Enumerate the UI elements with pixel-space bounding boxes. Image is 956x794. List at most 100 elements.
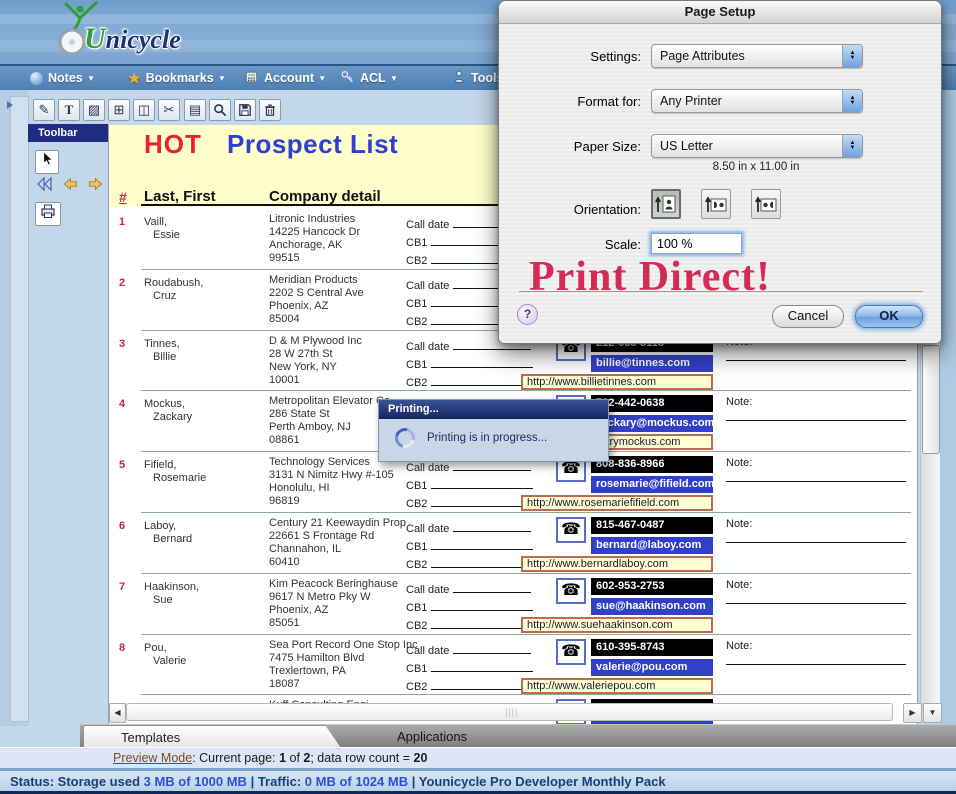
status-prefix: Status: Storage used [10,774,144,789]
preview-mode-link[interactable]: Preview Mode [113,751,192,765]
storage-usage: 3 MB of 1000 MB [144,774,247,789]
print-direct-watermark: Print Direct! [529,253,771,301]
table-row: 8 Pou, Valerie Sea Port Record One Stop … [109,634,918,695]
settings-dropdown[interactable]: Page Attributes ▲▼ [651,44,863,68]
cut-button[interactable]: ✂ [158,99,180,121]
search-button[interactable] [209,99,231,121]
contact-first-name: Sue [153,594,173,606]
orientation-portrait-button[interactable] [651,189,681,219]
stepper-icon: ▲▼ [842,45,862,67]
company-address: Technology Services3131 N Nimitz Hwy #-1… [269,456,394,508]
website-link[interactable]: http://www.suehaakinson.com [521,617,713,633]
editor-toolbar: ✎T▨⊞◫✂▤ [28,95,498,125]
phone-number: 808-836-8966 [591,456,713,473]
table-button[interactable]: ⊞ [108,99,130,121]
format-for-dropdown[interactable]: Any Printer ▲▼ [651,89,863,113]
image-button[interactable]: ▨ [83,99,105,121]
calculator-icon [244,70,259,87]
contact-last-name: Tinnes, [144,338,180,350]
company-address: D & M Plywood Inc28 W 27th StNew York, N… [269,335,362,387]
note-label: Note: [726,396,752,408]
phone-number: 602-953-2753 [591,578,713,595]
phone-number: 732-442-0638 [591,395,713,412]
paper-size-dropdown[interactable]: US Letter ▲▼ [651,134,863,158]
delete-button[interactable] [259,99,281,121]
printing-dialog-titlebar: Printing... [379,400,608,419]
note-line [726,360,906,361]
printing-progress-dialog: Printing... Printing is in progress... [378,399,609,462]
email-link[interactable]: rosemarie@fifield.com [591,476,713,493]
email-link[interactable]: sue@haakinson.com [591,598,713,615]
cb2-line [431,495,533,507]
note-line [726,603,906,604]
note-label: Note: [726,579,752,591]
save-button[interactable] [234,99,256,121]
menu-item-account[interactable]: Account▾ [244,66,325,90]
row-number: 7 [119,581,125,593]
call-log-fields: Call date CB1 CB2 [406,459,533,513]
previous-page-button[interactable] [60,177,80,197]
website-link[interactable]: http://www.rosemariefifield.com [521,495,713,511]
note-label: Note: [726,518,752,530]
scale-label: Scale: [499,237,641,252]
edit-button[interactable]: ✎ [33,99,55,121]
star-icon: ★ [128,70,141,87]
menu-item-bookmarks[interactable]: ★Bookmarks▾ [128,66,224,90]
printer-icon [40,203,56,219]
printing-progress-message: Printing is in progress... [427,432,547,444]
email-link[interactable]: valerie@pou.com [591,659,713,676]
contact-last-name: Haakinson, [144,581,199,593]
save-icon [238,105,252,120]
first-page-button[interactable] [34,176,54,196]
tab-templates[interactable]: Templates [83,725,341,748]
tab-applications[interactable]: Applications [397,729,467,744]
table-row: 7 Haakinson, Sue Kim Peacock Beringhause… [109,573,918,634]
website-link[interactable]: http://www.valeriepou.com [521,678,713,694]
document-button[interactable]: ▤ [184,99,206,121]
menu-item-notes[interactable]: Notes▾ [30,66,93,90]
company-address: Kim Peacock Beringhause9617 N Metro Pky … [269,578,398,630]
phone-icon: ☎ [556,639,586,665]
vertical-scrollbar-thumb[interactable] [922,345,940,454]
website-link[interactable]: http://www.bernardlaboy.com [521,556,713,572]
expand-panel-arrow-icon[interactable] [5,97,15,115]
cb1-line [431,356,533,368]
phone-number: 610-395-8743 [591,639,713,656]
ok-button[interactable]: OK [855,305,923,328]
phone-icon: ☎ [556,578,586,604]
columns-button[interactable]: ◫ [133,99,155,121]
orientation-landscape-left-button[interactable] [701,189,731,219]
scroll-left-button[interactable]: ◀ [109,703,126,723]
stepper-icon: ▲▼ [842,90,862,112]
scroll-right-button[interactable]: ▶ [903,703,922,723]
settings-value: Page Attributes [652,49,842,63]
row-number: 4 [119,398,125,410]
contact-first-name: Zackary [153,411,192,423]
help-button[interactable]: ? [517,304,538,325]
landscape-left-orientation-icon [704,192,728,216]
orientation-landscape-right-button[interactable] [751,189,781,219]
current-page-number: 1 [279,751,286,765]
email-link[interactable]: zackary@mockus.com [591,415,713,432]
website-link[interactable]: http://www.billietinnes.com [521,374,713,390]
cb2-line [431,374,533,386]
menu-item-acl[interactable]: ACL▾ [340,66,396,90]
row-number: 8 [119,642,125,654]
next-page-button[interactable] [85,177,105,197]
cb1-line [431,477,533,489]
text-button[interactable]: T [58,99,80,121]
scroll-menu-button[interactable]: ▼ [923,703,942,723]
chevron-down-icon: ▾ [392,73,397,84]
scale-input[interactable] [651,233,742,254]
cancel-button[interactable]: Cancel [772,305,844,328]
rewind-icon [35,176,53,192]
note-line [726,420,906,421]
email-link[interactable]: billie@tinnes.com [591,355,713,372]
company-address: Sea Port Record One Stop Inc7475 Hamilto… [269,639,418,691]
cursor-tool-button[interactable] [35,150,59,174]
email-link[interactable]: bernard@laboy.com [591,537,713,554]
sidebar-title: Toolbar [28,124,108,142]
person-icon [452,70,466,87]
print-button[interactable] [35,202,61,226]
paper-size-label: Paper Size: [499,139,641,154]
